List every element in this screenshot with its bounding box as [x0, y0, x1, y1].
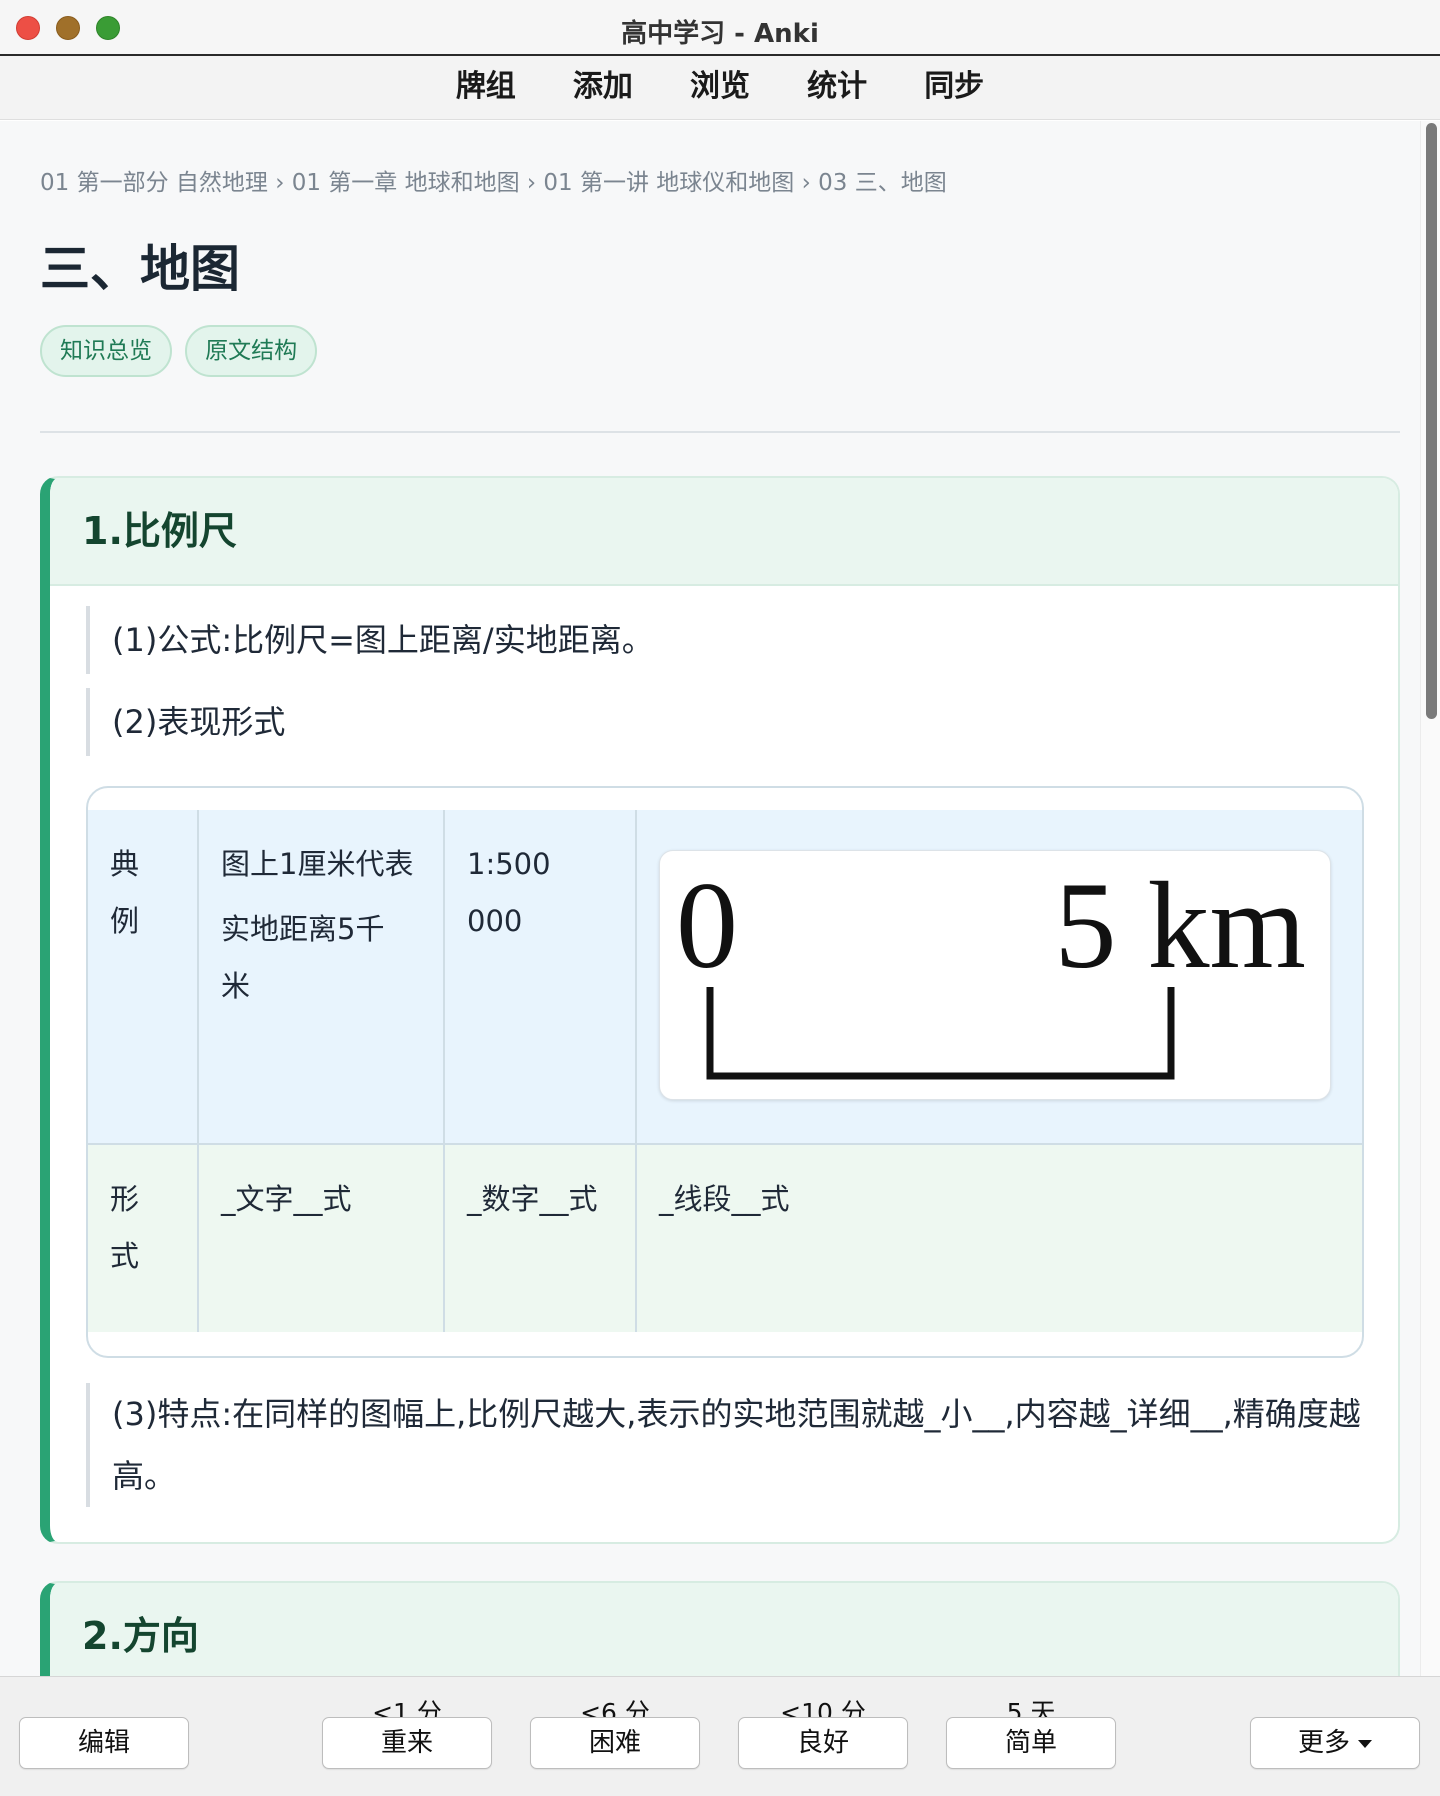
- table-cell-number-form: _数字__式: [444, 1144, 637, 1332]
- scrollbar[interactable]: [1420, 121, 1440, 1676]
- hard-button[interactable]: 困难: [530, 1717, 700, 1769]
- table-cell-number-example: 1:500 000: [444, 810, 637, 1145]
- table-cell-label: 形 式: [88, 1144, 199, 1332]
- table-row: 典 例 图上1厘米代表 实地距离5千 米 1:500 000 0 5 km: [88, 810, 1362, 1145]
- review-bar: 编辑 <1 分 重来 <6 分 困难 <10 分 良好 5 天 简单 更多: [0, 1676, 1440, 1796]
- table-cell-text-example: 图上1厘米代表 实地距离5千 米: [198, 810, 445, 1145]
- tag-overview[interactable]: 知识总览: [40, 325, 172, 377]
- more-button-label: 更多: [1297, 1728, 1350, 1758]
- table-row: 形 式 _文字__式 _数字__式 _线段__式: [88, 1144, 1362, 1332]
- scale-bar-image: 0 5 km: [659, 850, 1331, 1100]
- section-title: 2.方向: [50, 1583, 1398, 1676]
- feature-text: (3)特点:在同样的图幅上,比例尺越大,表示的实地范围就越_小__,内容越_详细…: [86, 1383, 1376, 1507]
- formula-text: (1)公式:比例尺=图上距离/实地距离。: [86, 606, 654, 674]
- forms-heading: (2)表现形式: [86, 688, 285, 756]
- table-cell-text-form: _文字__式: [198, 1144, 445, 1332]
- scale-bar-distance: 5 km: [1055, 857, 1306, 994]
- table-cell-label: 典 例: [88, 810, 199, 1145]
- menu-add[interactable]: 添加: [573, 56, 633, 118]
- table-cell-line-example: 0 5 km: [636, 810, 1362, 1145]
- tag-list: 知识总览 原文结构: [40, 325, 325, 377]
- page-title: 三、地图: [40, 239, 240, 298]
- divider: [40, 431, 1400, 433]
- table-cell-line-form: _线段__式: [636, 1144, 1362, 1332]
- edit-button[interactable]: 编辑: [19, 1717, 189, 1769]
- breadcrumb: 01 第一部分 自然地理 › 01 第一章 地球和地图 › 01 第一讲 地球仪…: [40, 170, 947, 196]
- more-button[interactable]: 更多: [1250, 1717, 1420, 1769]
- menu-decks[interactable]: 牌组: [456, 56, 516, 118]
- window-title: 高中学习 - Anki: [621, 19, 819, 49]
- easy-button[interactable]: 简单: [946, 1717, 1116, 1769]
- section-title: 1.比例尺: [50, 478, 1398, 586]
- scrollbar-thumb[interactable]: [1426, 123, 1437, 719]
- tag-structure[interactable]: 原文结构: [185, 325, 318, 377]
- main-toolbar: 牌组 添加 浏览 统计 同步: [0, 56, 1440, 120]
- chevron-down-icon: [1358, 1739, 1372, 1748]
- scale-bar-zero: 0: [676, 857, 738, 994]
- section-scale: 1.比例尺 (1)公式:比例尺=图上距离/实地距离。 (2)表现形式 典 例 图…: [40, 476, 1400, 1544]
- good-button[interactable]: 良好: [738, 1717, 908, 1769]
- card-content: 01 第一部分 自然地理 › 01 第一章 地球和地图 › 01 第一讲 地球仪…: [0, 121, 1420, 1676]
- menu-sync[interactable]: 同步: [924, 56, 984, 118]
- window-titlebar: 高中学习 - Anki: [0, 0, 1440, 56]
- menu-stats[interactable]: 统计: [807, 56, 867, 118]
- scale-forms-table: 典 例 图上1厘米代表 实地距离5千 米 1:500 000 0 5 km 形 …: [86, 786, 1364, 1358]
- scale-bar-line: [706, 987, 1175, 1080]
- again-button[interactable]: 重来: [322, 1717, 492, 1769]
- menu-browse[interactable]: 浏览: [690, 56, 750, 118]
- section-direction: 2.方向: [40, 1581, 1400, 1676]
